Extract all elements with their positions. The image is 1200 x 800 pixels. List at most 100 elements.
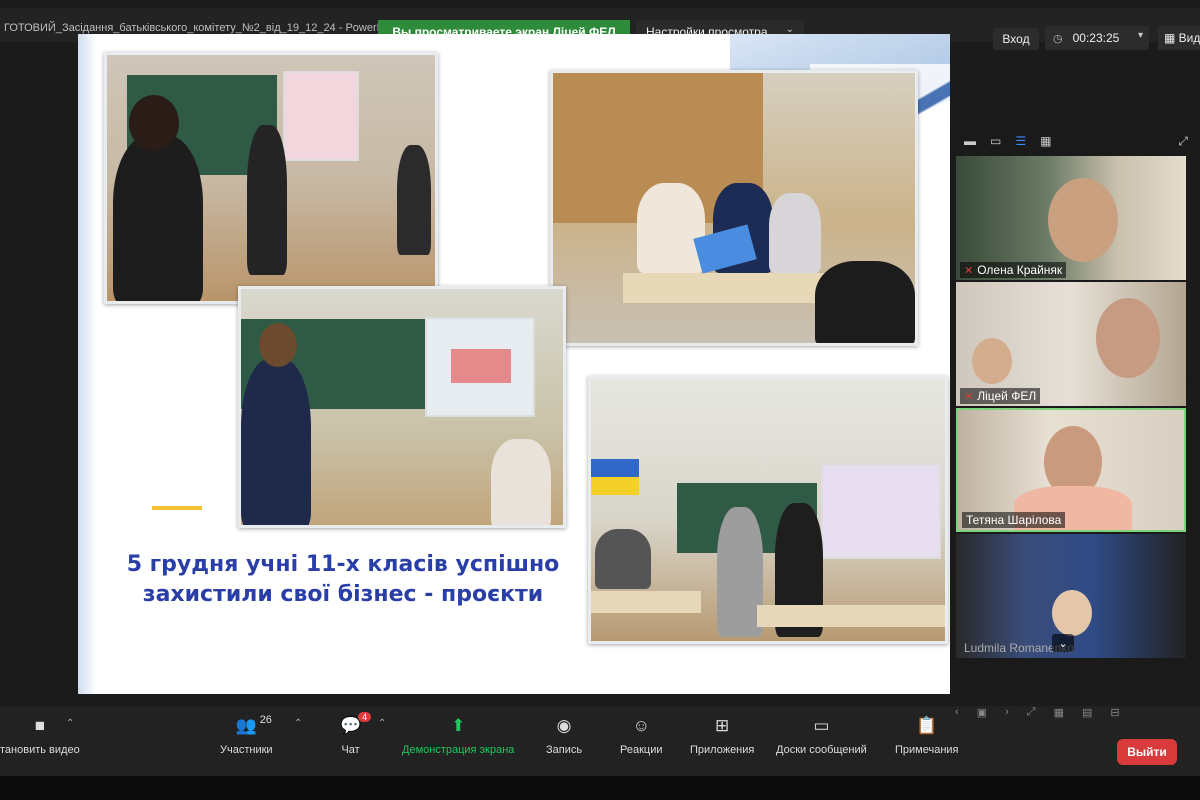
video-camera-icon: ■ xyxy=(34,716,45,735)
leave-meeting-button[interactable]: Выйти xyxy=(1117,739,1177,765)
minimize-icon[interactable]: ▬ xyxy=(964,134,976,148)
share-screen-button[interactable]: ⬆ Демонстрация экрана xyxy=(402,716,514,756)
zoom-icon[interactable]: ⤢ xyxy=(1027,706,1036,719)
powerpoint-title: ГОТОВИЙ_Засідання_батьківського_комітету… xyxy=(4,22,402,34)
student-figure xyxy=(491,439,551,525)
expand-icon[interactable]: ⤢ xyxy=(1178,134,1188,149)
jury-member xyxy=(637,183,705,273)
chat-icon: 💬 4 xyxy=(340,712,372,740)
gallery-view-icon[interactable]: ▦ xyxy=(1040,134,1051,148)
student-figure xyxy=(129,95,179,151)
record-icon: ◉ xyxy=(556,716,572,735)
stage-photo xyxy=(588,376,948,644)
chevron-up-icon[interactable]: ⌃ xyxy=(378,718,386,729)
speaker-view-icon[interactable]: ▭ xyxy=(990,134,1001,148)
reactions-button[interactable]: ☺ Реакции xyxy=(620,716,663,756)
participants-button[interactable]: 👥 26 Участники xyxy=(220,714,273,756)
recording-timer[interactable]: ◷ 00:23:25 ▾ xyxy=(1045,26,1149,50)
classroom-photo xyxy=(104,52,438,304)
chat-button[interactable]: 💬 4 Чат xyxy=(340,712,372,756)
chevron-right-icon[interactable]: › xyxy=(1005,706,1009,719)
participant-tile[interactable]: ✕ Олена Крайняк xyxy=(956,156,1186,280)
jury-member xyxy=(769,193,821,273)
avatar xyxy=(972,338,1012,384)
notes-button[interactable]: 📋 Примечания xyxy=(895,716,959,756)
monitor-bezel xyxy=(0,776,1200,800)
zoom-window: ГОТОВИЙ_Засідання_батьківського_комітету… xyxy=(0,0,1200,800)
chevron-up-icon[interactable]: ⌃ xyxy=(294,718,302,729)
avatar xyxy=(1096,298,1160,378)
participant-name-tag: ✕ Олена Крайняк xyxy=(960,262,1067,278)
notes-label: Примечания xyxy=(895,744,959,756)
caption-line: захистили свої бізнес - проєкти xyxy=(142,582,544,607)
avatar xyxy=(1048,178,1118,262)
student-figure xyxy=(397,145,431,255)
record-button[interactable]: ◉ Запись xyxy=(546,716,582,756)
participant-name: Ліцей ФЕЛ xyxy=(977,389,1037,403)
participant-name: Олена Крайняк xyxy=(977,263,1063,277)
clock-icon: ◷ xyxy=(1053,32,1063,45)
apps-button[interactable]: ⊞ Приложения xyxy=(690,716,754,756)
accent-line xyxy=(152,506,202,510)
apps-label: Приложения xyxy=(690,744,755,756)
shared-slide: 5 грудня учні 11-х класів успішно захист… xyxy=(78,34,950,694)
table-on-screen xyxy=(451,349,511,383)
student-figure xyxy=(241,359,311,525)
slide-thumbnail-icon[interactable]: ▣ xyxy=(977,706,987,719)
whiteboards-label: Доски сообщений xyxy=(776,744,867,756)
desk xyxy=(757,605,945,627)
participant-tile[interactable]: Ludmila Romanenko ⌄ xyxy=(956,534,1186,658)
notes-icon: 📋 xyxy=(916,716,938,735)
gallery-toolbar: ▬ ▭ ☰ ▦ ⤢ xyxy=(950,128,1200,154)
desk xyxy=(591,591,701,613)
chat-badge: 4 xyxy=(358,712,372,722)
student-figure xyxy=(113,135,203,301)
view-button[interactable]: ▦ Вид xyxy=(1158,26,1200,50)
whiteboard-icon: ▭ xyxy=(813,716,830,735)
caption-line: 5 грудня учні 11-х класів успішно xyxy=(126,552,560,577)
chat-label: Чат xyxy=(341,744,360,756)
student-figure xyxy=(595,529,651,589)
participants-label: Участники xyxy=(220,744,273,756)
strip-view-icon[interactable]: ☰ xyxy=(1015,134,1026,148)
chevron-left-icon[interactable]: ‹ xyxy=(955,706,959,719)
jury-photo xyxy=(550,70,918,346)
student-figure xyxy=(247,125,287,275)
video-label: тановить видео xyxy=(0,744,80,756)
participant-name: Тетяна Шарілова xyxy=(966,513,1062,527)
flag xyxy=(591,459,639,495)
chevron-down-icon: ▾ xyxy=(1137,30,1143,41)
participant-name-tag: Тетяна Шарілова xyxy=(962,512,1066,528)
slide-controls: ‹ ▣ › ⤢ ▦ ▤ ⊟ xyxy=(955,706,1175,719)
participants-count: 26 xyxy=(259,714,272,726)
chevron-up-icon[interactable]: ⌃ xyxy=(66,718,74,729)
participant-tile[interactable]: ✕ Ліцей ФЕЛ xyxy=(956,282,1186,406)
mic-muted-icon: ✕ xyxy=(964,390,974,403)
reactions-label: Реакции xyxy=(620,744,663,756)
share-screen-icon: ⬆ xyxy=(451,716,466,735)
student-figure xyxy=(259,323,297,367)
participant-tile-active-speaker[interactable]: Тетяна Шарілова xyxy=(956,408,1186,532)
mic-muted-icon: ✕ xyxy=(964,264,974,277)
avatar xyxy=(1052,590,1092,636)
smiley-icon: ☺ xyxy=(632,716,650,735)
slide-caption: 5 грудня учні 11-х класів успішно захист… xyxy=(108,550,578,610)
timer-value: 00:23:25 xyxy=(1072,31,1120,45)
apps-icon: ⊞ xyxy=(715,716,730,735)
participants-icon: 👥 26 xyxy=(235,714,272,735)
projector-screen xyxy=(283,71,359,161)
whiteboards-button[interactable]: ▭ Доски сообщений xyxy=(776,716,867,756)
grid-icon: ▦ xyxy=(1164,31,1179,45)
login-button[interactable]: Вход xyxy=(993,28,1039,50)
presenter-icon[interactable]: ⊟ xyxy=(1110,706,1119,719)
share-screen-label: Демонстрация экрана xyxy=(402,744,515,756)
participant-gallery: ▬ ▭ ☰ ▦ ⤢ ✕ Олена Крайняк ✕ Ліцей ФЕЛ Те… xyxy=(950,128,1200,668)
participant-name-tag: ✕ Ліцей ФЕЛ xyxy=(960,388,1041,404)
presentation-photo xyxy=(238,286,566,528)
view-label: Вид xyxy=(1178,31,1200,45)
slide-decoration xyxy=(78,34,96,694)
reading-view-icon[interactable]: ▤ xyxy=(1082,706,1092,719)
projector-screen xyxy=(821,463,941,559)
grid-icon[interactable]: ▦ xyxy=(1054,706,1064,719)
chevron-down-icon[interactable]: ⌄ xyxy=(1052,634,1074,652)
